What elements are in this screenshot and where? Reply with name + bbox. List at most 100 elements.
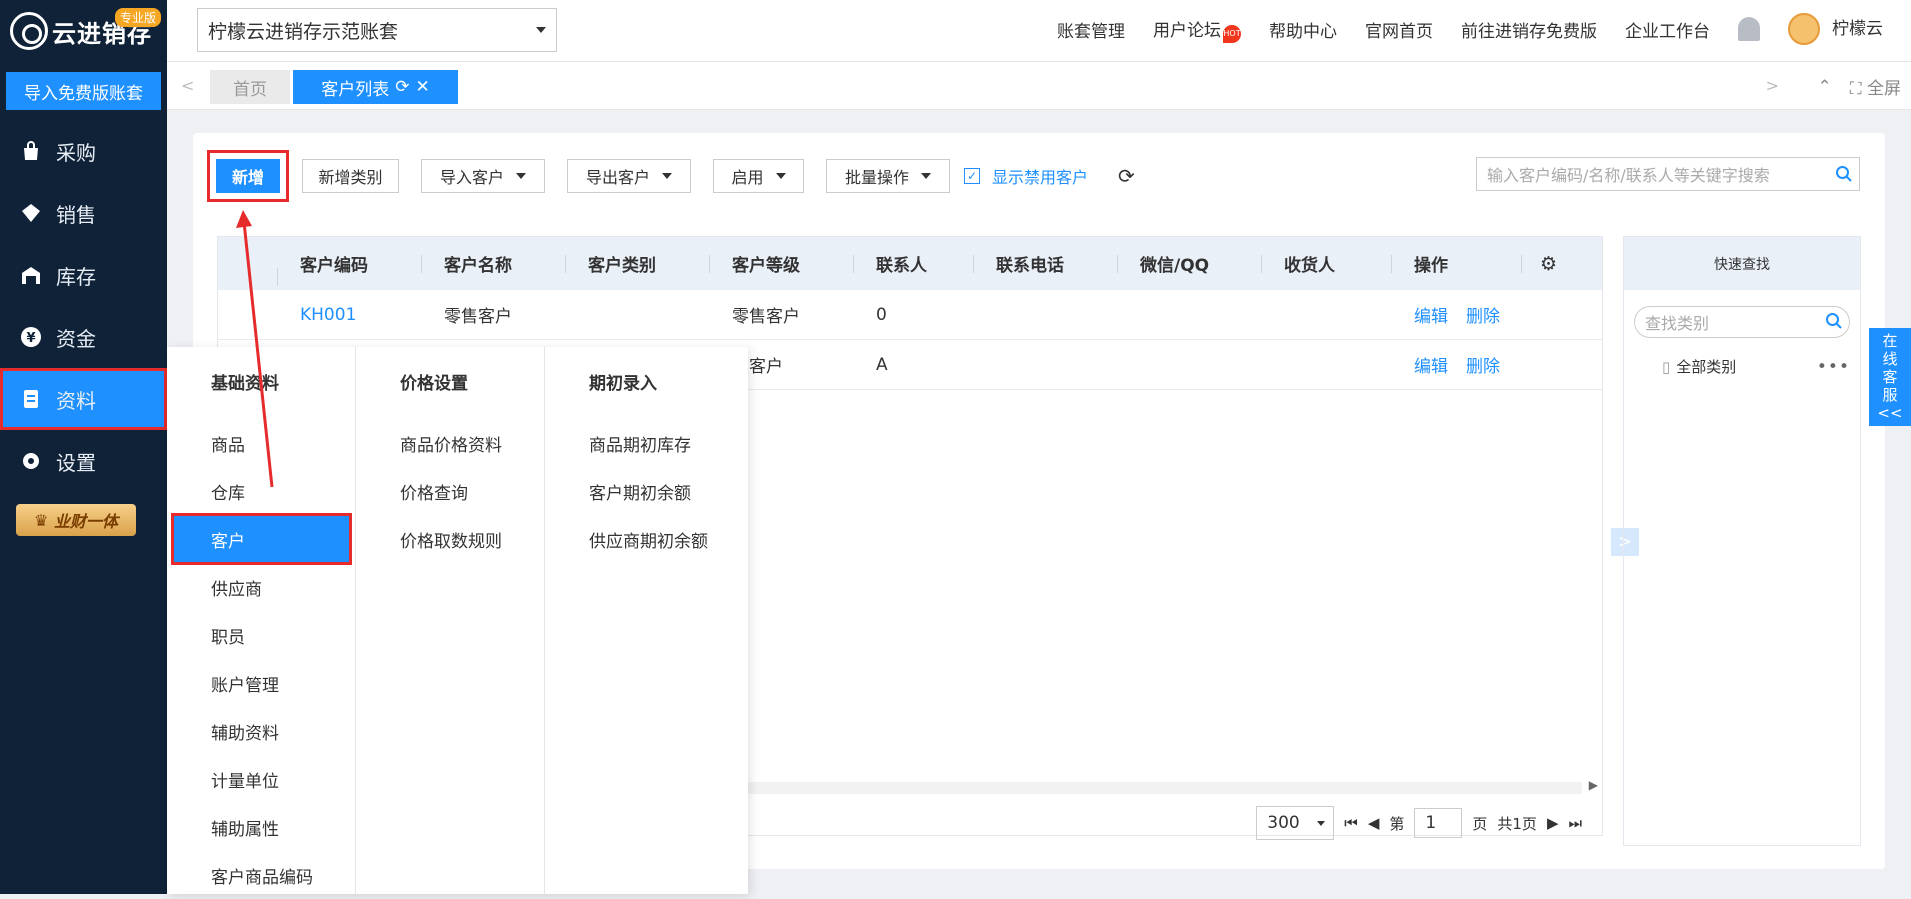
import-free-account-button[interactable]: 导入免费版账套 [6, 72, 161, 110]
pagination: 300 ⏮ ◀ 第 1 页 共1页 ▶ ⏭ [1256, 806, 1582, 840]
menu-item-supplier[interactable]: 供应商 [167, 563, 355, 611]
menu-item-customer-opening-balance[interactable]: 客户期初余额 [545, 467, 748, 515]
page-suffix: 页 [1472, 814, 1488, 833]
tab-bar: < 首页 客户列表 ⟳ ✕ > ⌃ ⛶ 全屏 [167, 62, 1911, 110]
category-all-label: 全部类别 [1676, 358, 1737, 376]
chevron-down-icon [921, 173, 931, 179]
customer-search-input[interactable]: 输入客户编码/名称/联系人等关键字搜索 [1476, 157, 1860, 191]
export-customers-dropdown[interactable]: 导出客户 [567, 159, 691, 193]
sidebar-item-settings[interactable]: 设置 [0, 430, 167, 492]
menu-item-product-price[interactable]: 商品价格资料 [356, 419, 544, 467]
link-account-management[interactable]: 账套管理 [1057, 17, 1125, 42]
tab-customer-list[interactable]: 客户列表 ⟳ ✕ [293, 70, 458, 104]
menu-item-customer-product-code[interactable]: 客户商品编码 [167, 851, 355, 899]
refresh-icon[interactable]: ⟳ [395, 77, 409, 97]
column-header: 操作 [1392, 251, 1522, 276]
column-header[interactable]: 客户类别 [566, 251, 710, 276]
sidebar-item-sales[interactable]: 销售 [0, 182, 167, 244]
next-page-icon[interactable]: ▶ [1547, 814, 1559, 832]
menu-item-auxiliary-attribute[interactable]: 辅助属性 [167, 803, 355, 851]
expand-icon: ⛶ [1849, 79, 1862, 99]
menu-item-price-query[interactable]: 价格查询 [356, 467, 544, 515]
column-header[interactable]: 客户编码 [278, 251, 422, 276]
column-header[interactable]: 客户等级 [710, 251, 854, 276]
menu-item-auxiliary-data[interactable]: 辅助资料 [167, 707, 355, 755]
more-icon[interactable]: ••• [1817, 357, 1850, 377]
column-header[interactable]: 联系电话 [974, 251, 1118, 276]
menu-item-account-management[interactable]: 账户管理 [167, 659, 355, 707]
tab-scroll-left-icon[interactable]: < [181, 76, 194, 95]
link-enterprise-workbench[interactable]: 企业工作台 [1625, 17, 1710, 42]
sidebar-item-funds[interactable]: ¥ 资金 [0, 306, 167, 368]
add-button[interactable]: 新增 [207, 150, 289, 202]
vip-badge[interactable]: ♛ 业财一体 [16, 504, 136, 536]
first-page-icon[interactable]: ⏮ [1344, 814, 1358, 832]
sidebar-item-label: 库存 [56, 264, 96, 289]
link-user-forum[interactable]: 用户论坛 HOT [1153, 16, 1241, 43]
page-size-value: 300 [1267, 813, 1300, 833]
category-search-input[interactable]: 查找类别 [1634, 306, 1850, 338]
menu-item-staff[interactable]: 职员 [167, 611, 355, 659]
menu-item-supplier-opening-balance[interactable]: 供应商期初余额 [545, 515, 748, 563]
search-icon[interactable] [1835, 165, 1853, 183]
collapse-icon[interactable]: ⌃ [1817, 77, 1831, 97]
edit-link[interactable]: 编辑 [1414, 352, 1448, 377]
sidebar-item-inventory[interactable]: 库存 [0, 244, 167, 306]
import-customers-dropdown[interactable]: 导入客户 [421, 159, 545, 193]
search-icon[interactable] [1825, 312, 1843, 330]
menu-item-product[interactable]: 商品 [167, 419, 355, 467]
batch-operation-dropdown[interactable]: 批量操作 [826, 159, 950, 193]
chevron-down-icon [662, 173, 672, 179]
last-page-icon[interactable]: ⏭ [1568, 814, 1582, 832]
menu-item-opening-stock[interactable]: 商品期初库存 [545, 419, 748, 467]
column-header[interactable]: 客户名称 [422, 251, 566, 276]
customer-code-link[interactable]: KH001 [278, 305, 422, 325]
sidebar-item-label: 销售 [56, 202, 96, 227]
menu-item-customer[interactable]: 客户 [171, 513, 352, 565]
sidebar-item-label: 设置 [56, 450, 96, 475]
table-row[interactable]: KH001 零售客户 零售客户 0 编辑 删除 [218, 290, 1602, 340]
online-service-button[interactable]: 在 线 客 服 << [1869, 328, 1911, 426]
sidebar-item-data[interactable]: 资料 [0, 368, 167, 430]
link-official-site[interactable]: 官网首页 [1365, 17, 1433, 42]
page-size-select[interactable]: 300 [1256, 806, 1335, 840]
edit-link[interactable]: 编辑 [1414, 302, 1448, 327]
tab-home[interactable]: 首页 [210, 70, 290, 104]
logo[interactable]: 云进销存 专业版 [0, 0, 167, 62]
column-header[interactable]: 微信/QQ [1118, 251, 1262, 276]
user-menu[interactable]: 柠檬云 [1788, 13, 1883, 45]
bell-icon[interactable] [1738, 17, 1760, 41]
column-header[interactable]: 联系人 [854, 251, 974, 276]
prev-page-icon[interactable]: ◀ [1368, 814, 1380, 832]
show-disabled-label: 显示禁用客户 [992, 168, 1089, 187]
bag-icon [20, 140, 42, 162]
column-header[interactable]: 收货人 [1262, 251, 1392, 276]
page-number-input[interactable]: 1 [1414, 808, 1463, 838]
link-free-version[interactable]: 前往进销存免费版 [1461, 17, 1597, 42]
column-settings-icon[interactable]: ⚙ [1540, 253, 1557, 275]
delete-link[interactable]: 删除 [1466, 352, 1500, 377]
total-pages: 共1页 [1497, 814, 1537, 833]
tab-tools: ⌃ ⛶ 全屏 [1817, 74, 1901, 100]
menu-item-warehouse[interactable]: 仓库 [167, 467, 355, 515]
export-label: 导出客户 [585, 168, 650, 187]
tab-scroll-right-icon[interactable]: > [1766, 76, 1779, 95]
refresh-icon[interactable]: ⟳ [1118, 164, 1135, 188]
menu-item-unit[interactable]: 计量单位 [167, 755, 355, 803]
service-char: 线 [1882, 350, 1898, 368]
link-help-center[interactable]: 帮助中心 [1269, 17, 1337, 42]
delete-link[interactable]: 删除 [1466, 302, 1500, 327]
close-icon[interactable]: ✕ [416, 77, 430, 97]
sidebar-item-label: 资料 [56, 388, 96, 413]
scroll-right-icon[interactable]: ▶ [1589, 778, 1598, 792]
sidebar-item-purchase[interactable]: 采购 [0, 120, 167, 182]
show-disabled-checkbox[interactable]: ✓ 显示禁用客户 [964, 164, 1088, 188]
fullscreen-button[interactable]: ⛶ 全屏 [1850, 74, 1901, 99]
hot-icon: HOT [1223, 24, 1241, 43]
account-select[interactable]: 柠檬云进销存示范账套 [197, 8, 557, 52]
top-links: 账套管理 用户论坛 HOT 帮助中心 官网首页 前往进销存免费版 企业工作台 柠檬… [1057, 0, 1883, 58]
add-category-button[interactable]: 新增类别 [302, 159, 399, 193]
menu-item-price-rule[interactable]: 价格取数规则 [356, 515, 544, 563]
pro-badge: 专业版 [114, 8, 161, 27]
enable-dropdown[interactable]: 启用 [713, 159, 804, 193]
